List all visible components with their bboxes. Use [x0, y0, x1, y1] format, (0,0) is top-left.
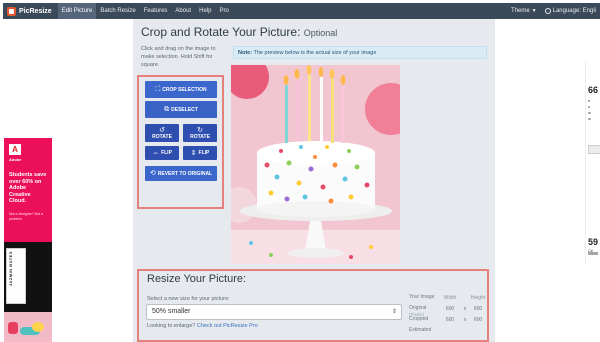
- nav-features[interactable]: Features: [140, 3, 172, 19]
- ad-right-number-2: 59: [588, 237, 599, 247]
- picresize-logo-icon: [7, 6, 16, 16]
- rotate-left-label: ROTATE: [152, 133, 172, 140]
- note-text: The preview below is the actual size of …: [253, 50, 377, 56]
- right-advertisement[interactable]: 66 e u w w 59 Ce: [585, 62, 600, 265]
- ad-right-text: u: [588, 104, 591, 109]
- deselect-label: DESELECT: [171, 106, 198, 113]
- adobe-logo-icon: A: [9, 144, 21, 155]
- ad-decoration: [32, 322, 44, 332]
- ad-right-number: 66: [588, 85, 599, 95]
- brand[interactable]: PicResize: [3, 3, 58, 19]
- nav-pro[interactable]: Pro: [215, 3, 232, 19]
- nav-help[interactable]: Help: [195, 3, 215, 19]
- row-x: x: [463, 317, 467, 323]
- caret-down-icon: ▼: [531, 8, 537, 14]
- row-x: x: [463, 306, 467, 312]
- main-panel: Crop and Rotate Your Picture: Optional C…: [133, 19, 495, 342]
- deselect-button[interactable]: ⧉ DESELECT: [145, 101, 217, 118]
- select-arrows-icon: ⇕: [391, 309, 397, 315]
- crop-selection-label: CROP SELECTION: [162, 86, 207, 93]
- flip-vertical-label: FLIP: [198, 150, 210, 156]
- ad-subtext: Not a designer? Not a problem.: [9, 212, 44, 221]
- ad-headline: Students save over 60% on Adobe Creative…: [9, 172, 47, 204]
- flip-horizontal-icon: ⇔: [152, 149, 160, 157]
- size-table: Your Image Width Height Original (Pixels…: [409, 294, 487, 339]
- header-width: Width: [443, 295, 457, 301]
- revert-icon: ⟲: [149, 170, 156, 177]
- crop-selection-button[interactable]: ⛶ CROP SELECTION: [145, 81, 217, 98]
- row-label-text: Original: [409, 305, 427, 311]
- preview-note: Note: The preview below is the actual si…: [233, 46, 487, 59]
- rotate-left-icon: ↺: [159, 126, 165, 134]
- enlarge-prompt: Looking to enlarge?: [147, 323, 196, 329]
- row-width: 600: [445, 317, 455, 323]
- cake-photo: [231, 65, 400, 264]
- rotate-right-button[interactable]: ↻ ROTATE: [183, 124, 217, 142]
- left-advertisement[interactable]: A Adobe Students save over 60% on Adobe …: [4, 138, 52, 342]
- nav-edit-picture[interactable]: Edit Picture: [57, 3, 97, 19]
- globe-icon: [544, 8, 551, 14]
- ad-decoration: [8, 322, 18, 334]
- brand-name: PicResize: [19, 7, 52, 15]
- ad-right-text: w: [588, 110, 591, 115]
- ad-book-title: JAZMIN BATES: [8, 251, 13, 287]
- crop-title-text: Crop and Rotate Your Picture:: [141, 25, 301, 39]
- table-row: Estimated: [409, 327, 487, 339]
- ad-brand: Adobe: [9, 157, 22, 162]
- revert-label: REVERT TO ORIGINAL: [157, 170, 213, 177]
- size-select[interactable]: 50% smaller ⇕: [146, 304, 402, 320]
- row-label: Estimated: [409, 327, 432, 333]
- row-width: 600: [445, 306, 455, 312]
- ad-right-text: w: [588, 116, 591, 121]
- nav-about[interactable]: About: [171, 3, 195, 19]
- header-your-image: Your Image: [409, 294, 435, 300]
- resize-title: Resize Your Picture:: [147, 273, 247, 285]
- header-height: Height: [470, 295, 486, 301]
- language-label: Language: Engli: [552, 8, 596, 14]
- enlarge-text: Looking to enlarge? Check out PicResize …: [147, 323, 258, 329]
- rotate-right-icon: ↻: [197, 126, 203, 134]
- nav-batch-resize[interactable]: Batch Resize: [96, 3, 139, 19]
- crop-title: Crop and Rotate Your Picture: Optional: [141, 25, 337, 39]
- optional-label: Optional: [303, 28, 338, 38]
- row-label: Cropped: [409, 316, 429, 322]
- rotate-right-label: ROTATE: [190, 133, 210, 140]
- flip-vertical-button[interactable]: ⇕ FLIP: [183, 146, 217, 160]
- row-height: 600: [473, 306, 483, 312]
- ad-right-text: e: [588, 98, 591, 103]
- crop-controls: ⛶ CROP SELECTION ⧉ DESELECT ↺ ROTATE ↻ R…: [137, 75, 224, 209]
- picresize-pro-link[interactable]: Check out PicResize Pro: [197, 323, 258, 329]
- flip-horizontal-label: FLIP: [161, 150, 172, 156]
- theme-dropdown[interactable]: Theme ▼: [507, 3, 541, 19]
- rotate-left-button[interactable]: ↺ ROTATE: [145, 124, 179, 142]
- revert-to-original-button[interactable]: ⟲ REVERT TO ORIGINAL: [145, 166, 217, 181]
- resize-section: Resize Your Picture: Select a new size f…: [137, 269, 489, 342]
- flip-vertical-icon: ⇕: [190, 149, 197, 157]
- crop-hint: Click and drag on the image to make sele…: [141, 46, 216, 68]
- theme-label: Theme: [510, 8, 530, 14]
- crop-icon: ⛶: [155, 86, 161, 93]
- ad-right-button[interactable]: [588, 145, 600, 154]
- language-dropdown[interactable]: Language: Engli: [541, 3, 600, 19]
- deselect-icon: ⧉: [164, 106, 170, 113]
- ad-right-bar: [588, 252, 598, 255]
- row-height: 600: [473, 317, 483, 323]
- size-select-value: 50% smaller: [152, 308, 191, 315]
- note-label: Note:: [238, 50, 253, 56]
- top-navbar: PicResize Edit Picture Batch Resize Feat…: [3, 3, 600, 19]
- size-select-label: Select a new size for your picture:: [147, 296, 230, 302]
- image-preview[interactable]: [231, 65, 400, 264]
- flip-horizontal-button[interactable]: ⇔ FLIP: [145, 146, 179, 160]
